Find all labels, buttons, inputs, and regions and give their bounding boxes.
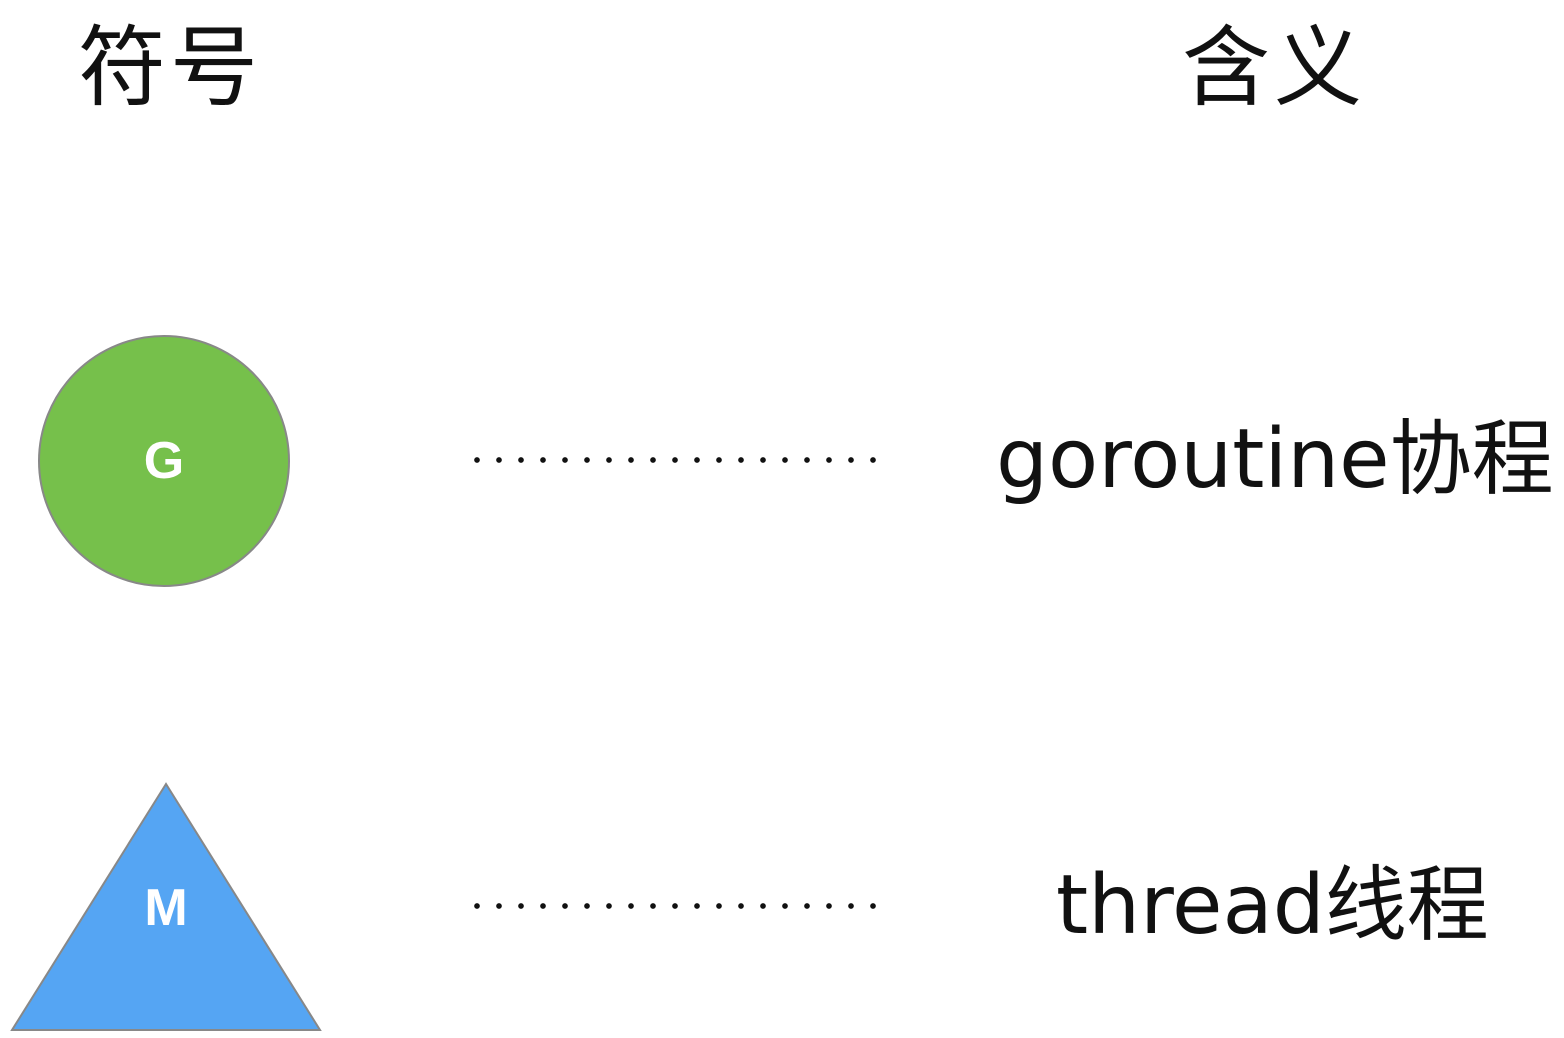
goroutine-symbol-letter: G [143,432,185,490]
goroutine-circle-icon: G [38,335,290,587]
thread-dotted-leader [466,903,886,909]
goroutine-meaning-label: goroutine协程 [996,412,1554,507]
symbol-column-header: 符号 [78,16,263,119]
thread-triangle-icon: M [10,782,322,1032]
goroutine-dotted-leader [466,457,886,463]
thread-meaning-label: thread线程 [1056,858,1489,953]
thread-symbol-letter: M [144,879,188,937]
meaning-column-header: 含义 [1182,16,1367,119]
